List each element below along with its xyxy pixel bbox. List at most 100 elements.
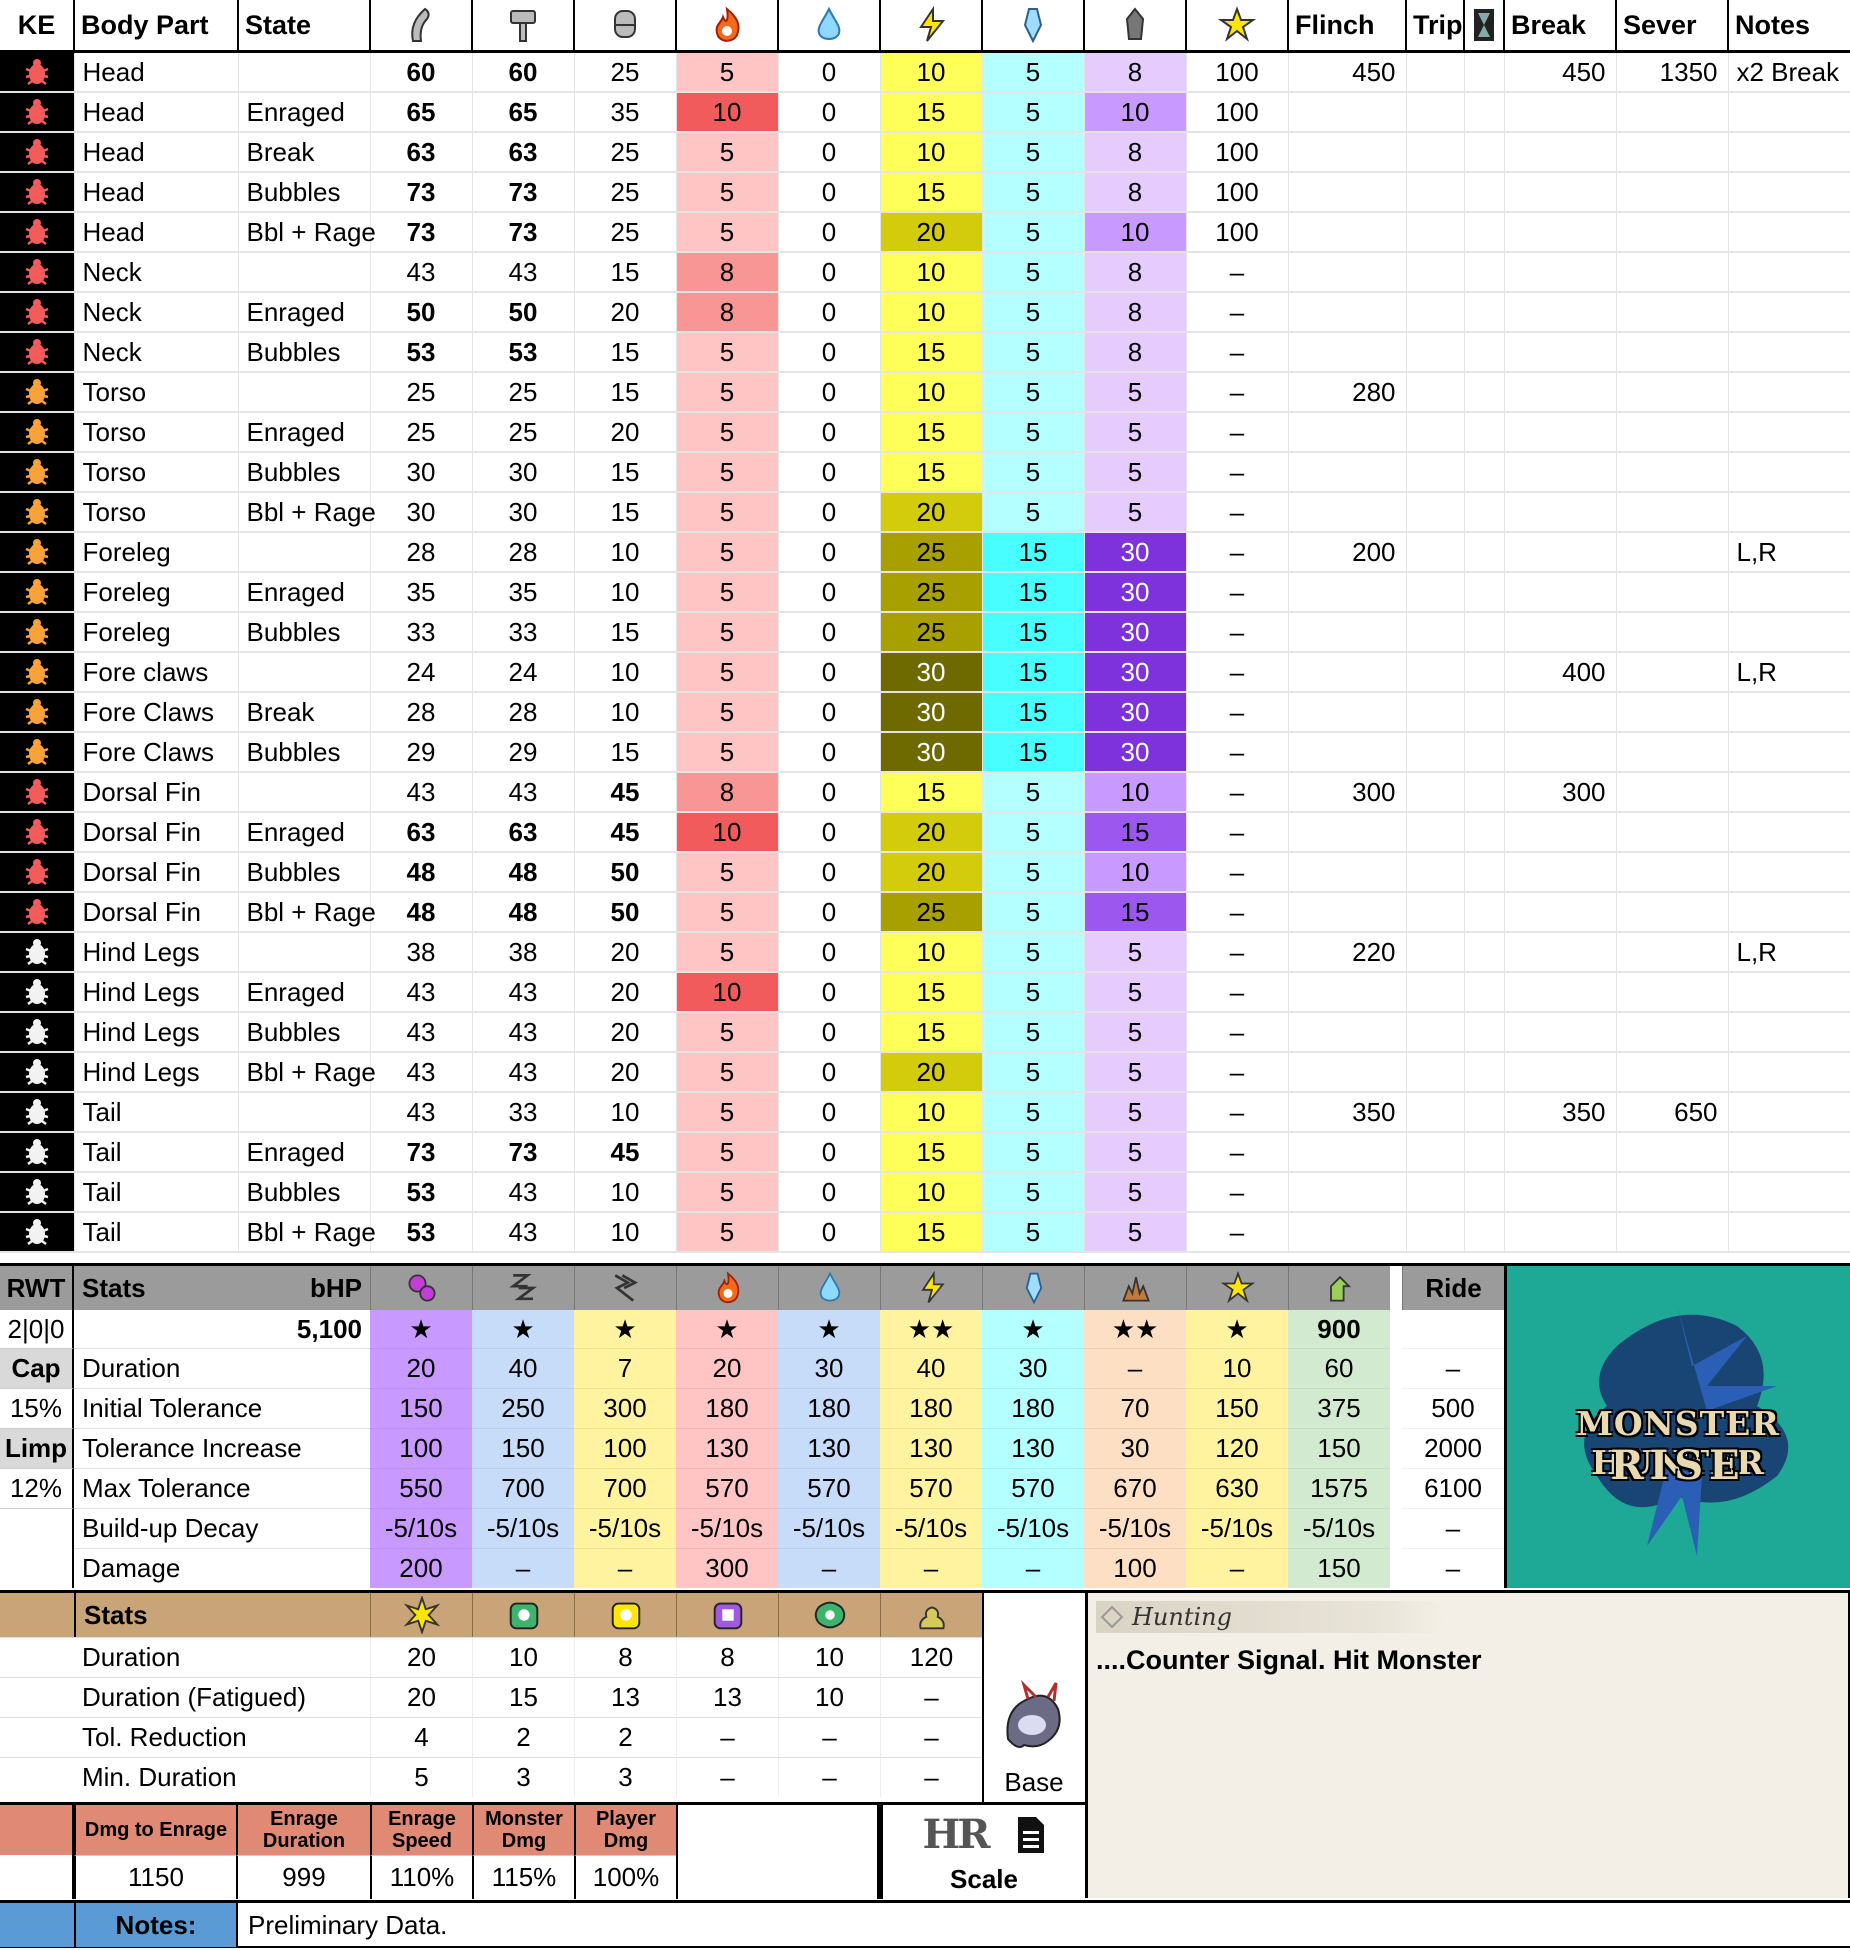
ke-cell bbox=[0, 1132, 75, 1173]
stun-value: – bbox=[1186, 812, 1289, 853]
stun-value: – bbox=[1186, 652, 1289, 693]
break-cell bbox=[1504, 1212, 1617, 1253]
stun-value: – bbox=[1186, 852, 1289, 893]
cut-value: 43 bbox=[370, 1092, 473, 1133]
trip-cell bbox=[1406, 372, 1465, 413]
hourglass-icon bbox=[1464, 0, 1505, 53]
enrage-value: 100% bbox=[574, 1855, 676, 1899]
weak-spot-icon bbox=[25, 99, 49, 125]
flinch-cell bbox=[1288, 1132, 1407, 1173]
notes-cell: L,R bbox=[1728, 532, 1850, 573]
flash-icon bbox=[370, 1593, 472, 1637]
items-value: 13 bbox=[676, 1677, 778, 1717]
body-part-header: Body Part bbox=[74, 0, 239, 53]
sever-cell bbox=[1616, 412, 1729, 453]
body-part-cell: Fore claws bbox=[74, 652, 239, 693]
water-value: 0 bbox=[778, 692, 881, 733]
hourglass-cell bbox=[1464, 452, 1505, 493]
hitzone-row: Dorsal Fin Bubbles 48 48 50 5 0 20 5 10– bbox=[0, 852, 1850, 893]
break-cell: 300 bbox=[1504, 772, 1617, 813]
hourglass-cell bbox=[1464, 892, 1505, 933]
weak-spot-icon bbox=[25, 1179, 49, 1205]
hourglass-cell bbox=[1464, 252, 1505, 293]
cut-value: 53 bbox=[370, 332, 473, 373]
break-cell: 450 bbox=[1504, 51, 1617, 93]
status-value: 20 bbox=[370, 1348, 472, 1388]
trip-cell bbox=[1406, 1092, 1465, 1133]
state-cell bbox=[238, 932, 371, 973]
weak-spot-icon bbox=[25, 1139, 49, 1165]
water-value: 0 bbox=[778, 732, 881, 773]
status-value: 40 bbox=[880, 1348, 982, 1388]
state-cell: Bubbles bbox=[238, 452, 371, 493]
trip-cell bbox=[1406, 612, 1465, 653]
stun-value: – bbox=[1186, 772, 1289, 813]
status-value: 100 bbox=[574, 1428, 676, 1468]
cut-value: 29 bbox=[370, 732, 473, 773]
hourglass-cell bbox=[1464, 212, 1505, 253]
hr-label: HR bbox=[922, 1811, 990, 1858]
water-value: 0 bbox=[778, 932, 881, 973]
status-value: 500 bbox=[1402, 1388, 1504, 1428]
flinch-cell bbox=[1288, 852, 1407, 893]
notes-cell bbox=[1728, 1092, 1850, 1133]
ke-cell bbox=[0, 452, 75, 493]
dragon-value: 15 bbox=[1084, 812, 1187, 853]
shot-value: 15 bbox=[574, 732, 677, 773]
monster-portrait-icon bbox=[1006, 1679, 1061, 1748]
flinch-cell bbox=[1288, 972, 1407, 1013]
state-cell bbox=[238, 252, 371, 293]
thunder-value: 30 bbox=[880, 732, 983, 773]
weak-spot-icon bbox=[25, 1019, 49, 1045]
rwt-blank-cell bbox=[0, 1508, 74, 1588]
body-part-cell: Head bbox=[74, 172, 239, 213]
state-cell bbox=[238, 652, 371, 693]
hitzone-row: Hind Legs Bubbles 43 43 20 5 0 15 5 5– bbox=[0, 1012, 1850, 1053]
flinch-cell bbox=[1288, 292, 1407, 333]
trip-cell bbox=[1406, 1132, 1465, 1173]
enrage-blank-cell bbox=[0, 1855, 74, 1899]
dragon-value: 30 bbox=[1084, 692, 1187, 733]
status-stars-cell: ★ bbox=[778, 1310, 880, 1348]
hitzone-row: Neck Bubbles 53 53 15 5 0 15 5 8– bbox=[0, 332, 1850, 373]
status-value: 2000 bbox=[1402, 1428, 1504, 1468]
shot-value: 20 bbox=[574, 1012, 677, 1053]
ice-value: 15 bbox=[982, 652, 1085, 693]
items-value: – bbox=[880, 1677, 982, 1717]
items-value: 5 bbox=[370, 1757, 472, 1797]
ke-cell bbox=[0, 212, 75, 253]
shot-value: 10 bbox=[574, 652, 677, 693]
fire-value: 5 bbox=[676, 692, 779, 733]
sever-cell bbox=[1616, 1052, 1729, 1093]
stun-value: – bbox=[1186, 332, 1289, 373]
stun-value: 100 bbox=[1186, 132, 1289, 173]
status-value: – bbox=[574, 1548, 676, 1588]
break-cell bbox=[1504, 972, 1617, 1013]
sever-cell bbox=[1616, 532, 1729, 573]
water-value: 0 bbox=[778, 92, 881, 133]
cut-value: 43 bbox=[370, 972, 473, 1013]
flinch-cell bbox=[1288, 692, 1407, 733]
break-cell bbox=[1504, 212, 1617, 253]
hitzone-row: Foreleg 28 28 10 5 0 25 15 30–200 L,R bbox=[0, 532, 1850, 573]
trip-cell bbox=[1406, 212, 1465, 253]
body-part-cell: Dorsal Fin bbox=[74, 812, 239, 853]
status-value: 130 bbox=[982, 1428, 1084, 1468]
body-part-cell: Dorsal Fin bbox=[74, 852, 239, 893]
sever-cell: 1350 bbox=[1616, 51, 1729, 93]
weak-spot-icon bbox=[25, 739, 49, 765]
dragon-value: 10 bbox=[1084, 212, 1187, 253]
hitzone-row: Fore Claws Break 28 28 10 5 0 30 15 30– bbox=[0, 692, 1850, 733]
hitzone-row: Hind Legs 38 38 20 5 0 10 5 5–220 L,R bbox=[0, 932, 1850, 973]
state-cell: Enraged bbox=[238, 92, 371, 133]
notes-cell bbox=[1728, 412, 1850, 453]
hourglass-cell bbox=[1464, 1092, 1505, 1133]
limp-label: Limp bbox=[0, 1428, 74, 1468]
thunder-value: 15 bbox=[880, 772, 983, 813]
stun-value: – bbox=[1186, 532, 1289, 573]
trip-cell bbox=[1406, 852, 1465, 893]
flinch-header: Flinch bbox=[1288, 0, 1407, 53]
ke-cell bbox=[0, 1052, 75, 1093]
document-icon bbox=[1017, 1816, 1044, 1853]
cut-value: 63 bbox=[370, 132, 473, 173]
